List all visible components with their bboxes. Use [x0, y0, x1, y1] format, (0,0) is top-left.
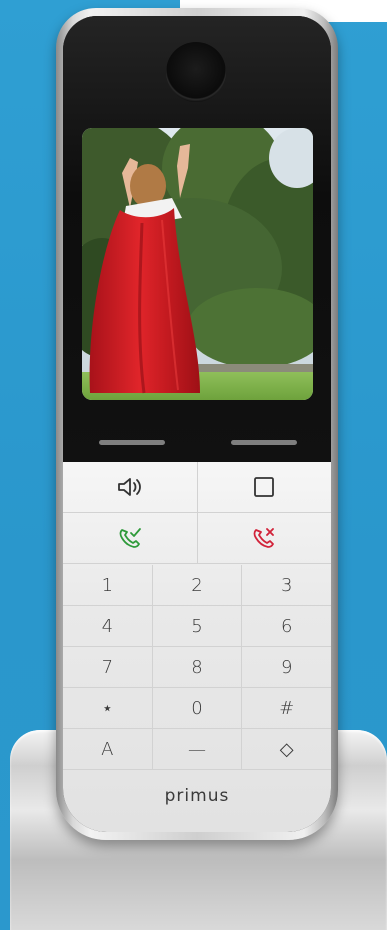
key-hash[interactable]: #	[242, 688, 331, 729]
keypad-row-5: A — ◇	[63, 729, 331, 770]
phone-screen	[82, 128, 313, 400]
phone-face: 1 2 3 4 5 6 7 8 9 ⋆ 0 # A — ◇ primus	[63, 16, 331, 832]
call-accept-button[interactable]	[63, 513, 198, 564]
menu-square-icon	[254, 477, 275, 497]
key-4[interactable]: 4	[63, 606, 153, 647]
key-diamond[interactable]: ◇	[242, 729, 331, 770]
left-softkey-line[interactable]	[99, 440, 165, 445]
key-9[interactable]: 9	[242, 647, 331, 688]
call-accept-icon	[119, 528, 141, 548]
child-in-red-cape-photo	[82, 128, 313, 400]
key-2[interactable]: 2	[152, 565, 243, 606]
speaker-button[interactable]	[63, 462, 198, 513]
key-star[interactable]: ⋆	[63, 688, 153, 729]
key-3[interactable]: 3	[242, 565, 331, 606]
speaker-icon	[117, 478, 141, 496]
function-row-top	[63, 462, 331, 513]
key-5[interactable]: 5	[152, 606, 243, 647]
keypad-row-4: ⋆ 0 #	[63, 688, 331, 729]
keypad: 1 2 3 4 5 6 7 8 9 ⋆ 0 # A — ◇	[63, 462, 331, 832]
key-dash[interactable]: —	[152, 729, 243, 770]
brand-logo: primus	[164, 786, 230, 806]
key-a[interactable]: A	[63, 729, 153, 770]
call-end-button[interactable]	[197, 513, 331, 564]
keypad-row-1: 1 2 3	[63, 565, 331, 606]
earpiece-speaker	[166, 42, 226, 102]
key-6[interactable]: 6	[242, 606, 331, 647]
keypad-row-3: 7 8 9	[63, 647, 331, 688]
keypad-row-2: 4 5 6	[63, 606, 331, 647]
key-1[interactable]: 1	[63, 565, 153, 606]
key-0[interactable]: 0	[152, 688, 243, 729]
call-end-icon	[253, 528, 275, 548]
right-softkey-line[interactable]	[231, 440, 297, 445]
menu-button[interactable]	[197, 462, 331, 513]
key-7[interactable]: 7	[63, 647, 153, 688]
key-8[interactable]: 8	[152, 647, 243, 688]
function-row-calls	[63, 513, 331, 564]
